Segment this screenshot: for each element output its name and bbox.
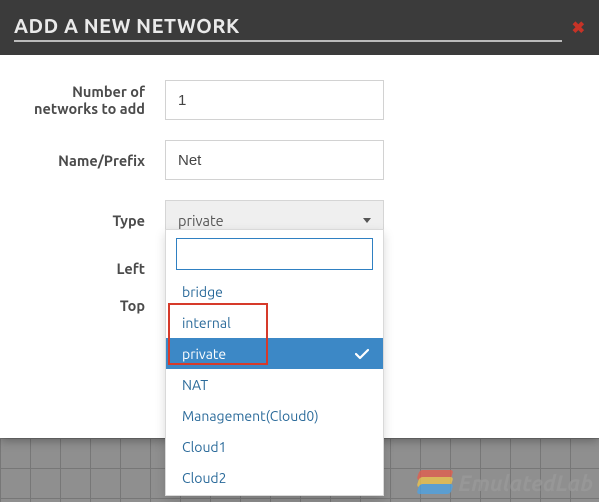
- type-option-bridge[interactable]: bridge: [166, 276, 383, 307]
- chevron-down-icon: [363, 218, 371, 223]
- dialog-titlebar: ADD A NEW NETWORK ✖: [0, 0, 599, 55]
- label-number-of-networks: Number of networks to add: [20, 83, 165, 117]
- option-label: internal: [182, 315, 231, 331]
- option-label: private: [182, 346, 226, 362]
- option-label: Cloud2: [182, 470, 227, 486]
- option-label: Management(Cloud0): [182, 408, 319, 424]
- row-number-of-networks: Number of networks to add: [20, 80, 579, 120]
- dialog-title: ADD A NEW NETWORK: [14, 14, 562, 42]
- type-option-cloud2[interactable]: Cloud2: [166, 462, 383, 493]
- label-top: Top: [20, 297, 165, 314]
- type-option-private[interactable]: private: [166, 338, 383, 369]
- type-dropdown-search-input[interactable]: [176, 238, 373, 270]
- option-label: NAT: [182, 377, 208, 393]
- watermark-icon: [418, 470, 452, 496]
- type-option-management-cloud0[interactable]: Management(Cloud0): [166, 400, 383, 431]
- watermark-text: EmulatedLab: [458, 471, 593, 496]
- close-icon[interactable]: ✖: [572, 18, 585, 37]
- name-prefix-input[interactable]: [165, 140, 384, 180]
- type-select-value: private: [178, 212, 224, 229]
- option-label: Cloud1: [182, 439, 227, 455]
- type-dropdown: bridge internal private NAT Management(C…: [165, 229, 384, 496]
- number-of-networks-input[interactable]: [165, 80, 384, 120]
- label-type: Type: [20, 212, 165, 229]
- type-option-internal[interactable]: internal: [166, 307, 383, 338]
- label-left: Left: [20, 260, 165, 277]
- type-option-cloud1[interactable]: Cloud1: [166, 431, 383, 462]
- row-name-prefix: Name/Prefix: [20, 140, 579, 180]
- watermark: EmulatedLab: [418, 470, 593, 496]
- type-option-nat[interactable]: NAT: [166, 369, 383, 400]
- label-name-prefix: Name/Prefix: [20, 152, 165, 169]
- option-label: bridge: [182, 284, 223, 300]
- check-icon: [355, 348, 369, 360]
